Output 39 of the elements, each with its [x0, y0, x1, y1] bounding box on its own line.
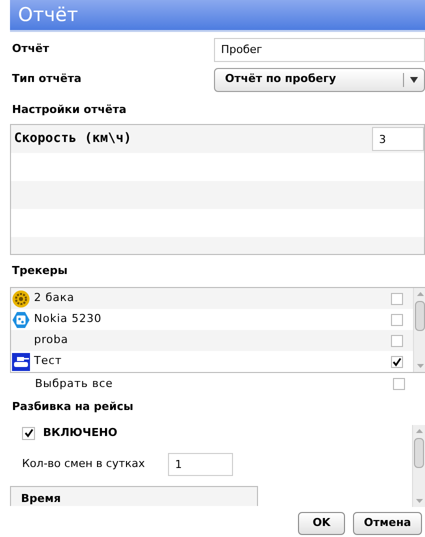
checkbox[interactable]: [391, 356, 403, 368]
tracker-row[interactable]: proba: [11, 330, 413, 351]
phone-icon: [12, 310, 30, 328]
enabled-label: ВКЛЮЧЕНО: [43, 424, 118, 441]
tank-icon: [12, 352, 30, 370]
window-title: Отчёт: [18, 6, 78, 24]
checkbox[interactable]: [393, 378, 405, 390]
setting-label: Скорость (км\ч): [13, 130, 132, 148]
scrollbar[interactable]: [413, 288, 425, 372]
shifts-label: Кол-во смен в сутках: [22, 456, 146, 472]
caret-icon: [410, 76, 418, 82]
shifts-field[interactable]: 1: [168, 452, 233, 476]
report-name-field[interactable]: Пробег: [214, 38, 425, 62]
checkbox[interactable]: [391, 334, 403, 346]
speed-field[interactable]: 3: [372, 127, 424, 151]
tracker-name: Nokia 5230: [34, 311, 103, 328]
tracker-name: Тест: [34, 353, 63, 370]
select-all-label: Выбрать все: [35, 376, 114, 392]
scroll-down-icon[interactable]: [414, 496, 424, 505]
dialog-button[interactable]: Отмена: [353, 512, 422, 535]
dialog-button[interactable]: OK: [298, 512, 345, 535]
scroll-up-icon[interactable]: [414, 427, 424, 436]
tracker-name: proba: [34, 332, 70, 348]
scrollbar[interactable]: [412, 425, 425, 507]
checkbox[interactable]: [391, 292, 403, 304]
field-label: Тип отчёта: [12, 71, 82, 88]
report-type-dropdown[interactable]: Отчёт по пробегу: [214, 68, 425, 92]
checkbox[interactable]: [391, 314, 403, 326]
gear-icon: [12, 290, 30, 308]
time-table-header: Время: [10, 486, 258, 506]
section-title: Трекеры: [12, 262, 68, 279]
scroll-down-icon[interactable]: [416, 361, 424, 370]
checkbox[interactable]: [22, 426, 35, 440]
section-title: Настройки отчёта: [12, 102, 126, 118]
field-label: Отчёт: [12, 41, 50, 58]
scroll-up-icon[interactable]: [416, 290, 424, 299]
section-title: Разбивка на рейсы: [12, 398, 134, 415]
tracker-name: 2 бака: [34, 290, 76, 306]
tracker-row[interactable]: 2 бака: [11, 288, 413, 309]
